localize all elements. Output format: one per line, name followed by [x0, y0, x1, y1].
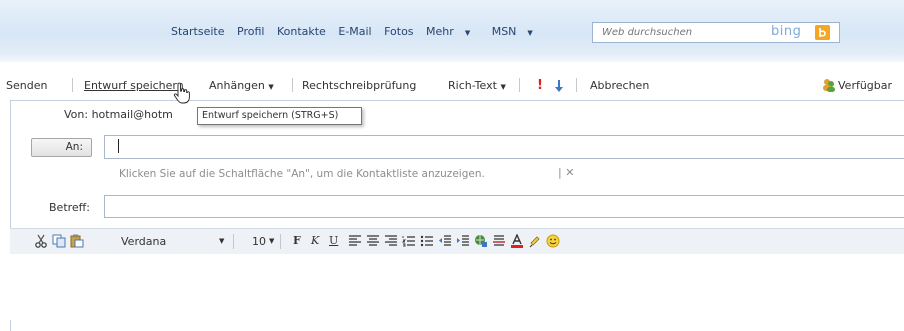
cancel-button[interactable]: Abbrechen — [590, 79, 649, 92]
tooltip: Entwurf speichern (STRG+S) — [197, 107, 362, 125]
bing-logo: bing — [771, 24, 802, 39]
web-search-box: bing — [592, 22, 840, 43]
chevron-down-icon[interactable]: ▼ — [219, 237, 224, 245]
chevron-down-icon[interactable]: ▼ — [269, 237, 274, 245]
compose-toolbar: Senden Entwurf speichern Anhängen ▼ Rech… — [0, 75, 904, 97]
to-field[interactable] — [104, 135, 904, 159]
align-center-icon[interactable] — [366, 234, 380, 248]
chevron-down-icon: ▼ — [527, 29, 533, 37]
hint-close-button[interactable]: | ✕ — [558, 166, 574, 179]
search-input[interactable] — [593, 23, 762, 42]
search-icon — [815, 25, 830, 40]
toolbar-divider — [72, 78, 73, 92]
top-navigation-bar: Startseite Profil Kontakte E-Mail Fotos … — [0, 0, 904, 62]
highlight-icon[interactable] — [528, 234, 542, 248]
spellcheck-button[interactable]: Rechtschreibprüfung — [302, 79, 416, 92]
send-button[interactable]: Senden — [6, 79, 47, 92]
message-body-editor[interactable] — [10, 254, 904, 320]
subject-label: Betreff: — [49, 201, 90, 214]
text-caret — [118, 139, 119, 153]
increase-indent-icon[interactable] — [456, 234, 470, 248]
font-size-select[interactable]: 10 — [252, 235, 266, 248]
nav-link-kontakte[interactable]: Kontakte — [277, 25, 326, 38]
cut-icon[interactable] — [34, 234, 48, 248]
from-label: Von: hotmail@hotm — [64, 108, 173, 121]
low-importance-icon[interactable] — [555, 80, 563, 92]
toolbar-divider — [519, 78, 520, 92]
decrease-indent-icon[interactable] — [438, 234, 452, 248]
paste-icon[interactable] — [70, 234, 84, 248]
rich-text-label: Rich-Text — [448, 79, 497, 92]
search-button[interactable] — [815, 25, 830, 40]
subject-field[interactable] — [104, 195, 904, 218]
underline-button[interactable]: U — [329, 234, 338, 247]
nav-link-msn[interactable]: MSN ▼ — [492, 25, 542, 38]
save-draft-button[interactable]: Entwurf speichern — [84, 79, 184, 92]
hand-cursor-icon — [173, 82, 190, 104]
emoticon-icon[interactable] — [546, 234, 560, 248]
availability-status[interactable]: Verfügbar — [838, 79, 892, 92]
bold-button[interactable]: F — [293, 234, 301, 247]
high-importance-icon[interactable]: ! — [537, 78, 543, 93]
attach-label: Anhängen — [209, 79, 265, 92]
format-divider — [280, 234, 281, 249]
align-right-icon[interactable] — [384, 234, 398, 248]
insert-link-icon[interactable] — [474, 234, 488, 248]
bullet-list-icon[interactable] — [420, 234, 434, 248]
font-family-select[interactable]: Verdana — [121, 235, 166, 248]
close-icon: ✕ — [565, 166, 575, 179]
nav-links: Startseite Profil Kontakte E-Mail Fotos … — [171, 25, 551, 38]
toolbar-divider — [576, 78, 577, 92]
format-toolbar: Verdana ▼ 10 ▼ F K U — [10, 228, 904, 255]
nav-link-mehr-label: Mehr — [426, 25, 454, 38]
chevron-down-icon: ▼ — [500, 83, 506, 91]
to-button[interactable]: An: — [31, 138, 92, 157]
contact-status-icon — [823, 79, 835, 92]
font-color-icon[interactable] — [510, 234, 524, 248]
nav-link-fotos[interactable]: Fotos — [384, 25, 413, 38]
nav-link-startseite[interactable]: Startseite — [171, 25, 225, 38]
chevron-down-icon: ▼ — [464, 29, 471, 37]
contact-list-hint: Klicken Sie auf die Schaltfläche "An", u… — [119, 168, 485, 180]
copy-icon[interactable] — [52, 234, 66, 248]
format-divider — [233, 234, 234, 249]
nav-link-msn-label: MSN — [491, 25, 517, 38]
attach-button[interactable]: Anhängen ▼ — [209, 79, 274, 92]
rich-text-button[interactable]: Rich-Text ▼ — [448, 79, 506, 92]
numbered-list-icon[interactable] — [402, 234, 416, 248]
strikethrough-icon[interactable] — [492, 234, 506, 248]
nav-link-mehr[interactable]: Mehr ▼ — [426, 25, 479, 38]
toolbar-divider — [292, 78, 293, 92]
chevron-down-icon: ▼ — [268, 83, 274, 91]
italic-button[interactable]: K — [311, 234, 319, 247]
align-left-icon[interactable] — [348, 234, 362, 248]
nav-link-email[interactable]: E-Mail — [338, 25, 371, 38]
nav-link-profil[interactable]: Profil — [237, 25, 264, 38]
hint-separator: | — [558, 166, 562, 179]
